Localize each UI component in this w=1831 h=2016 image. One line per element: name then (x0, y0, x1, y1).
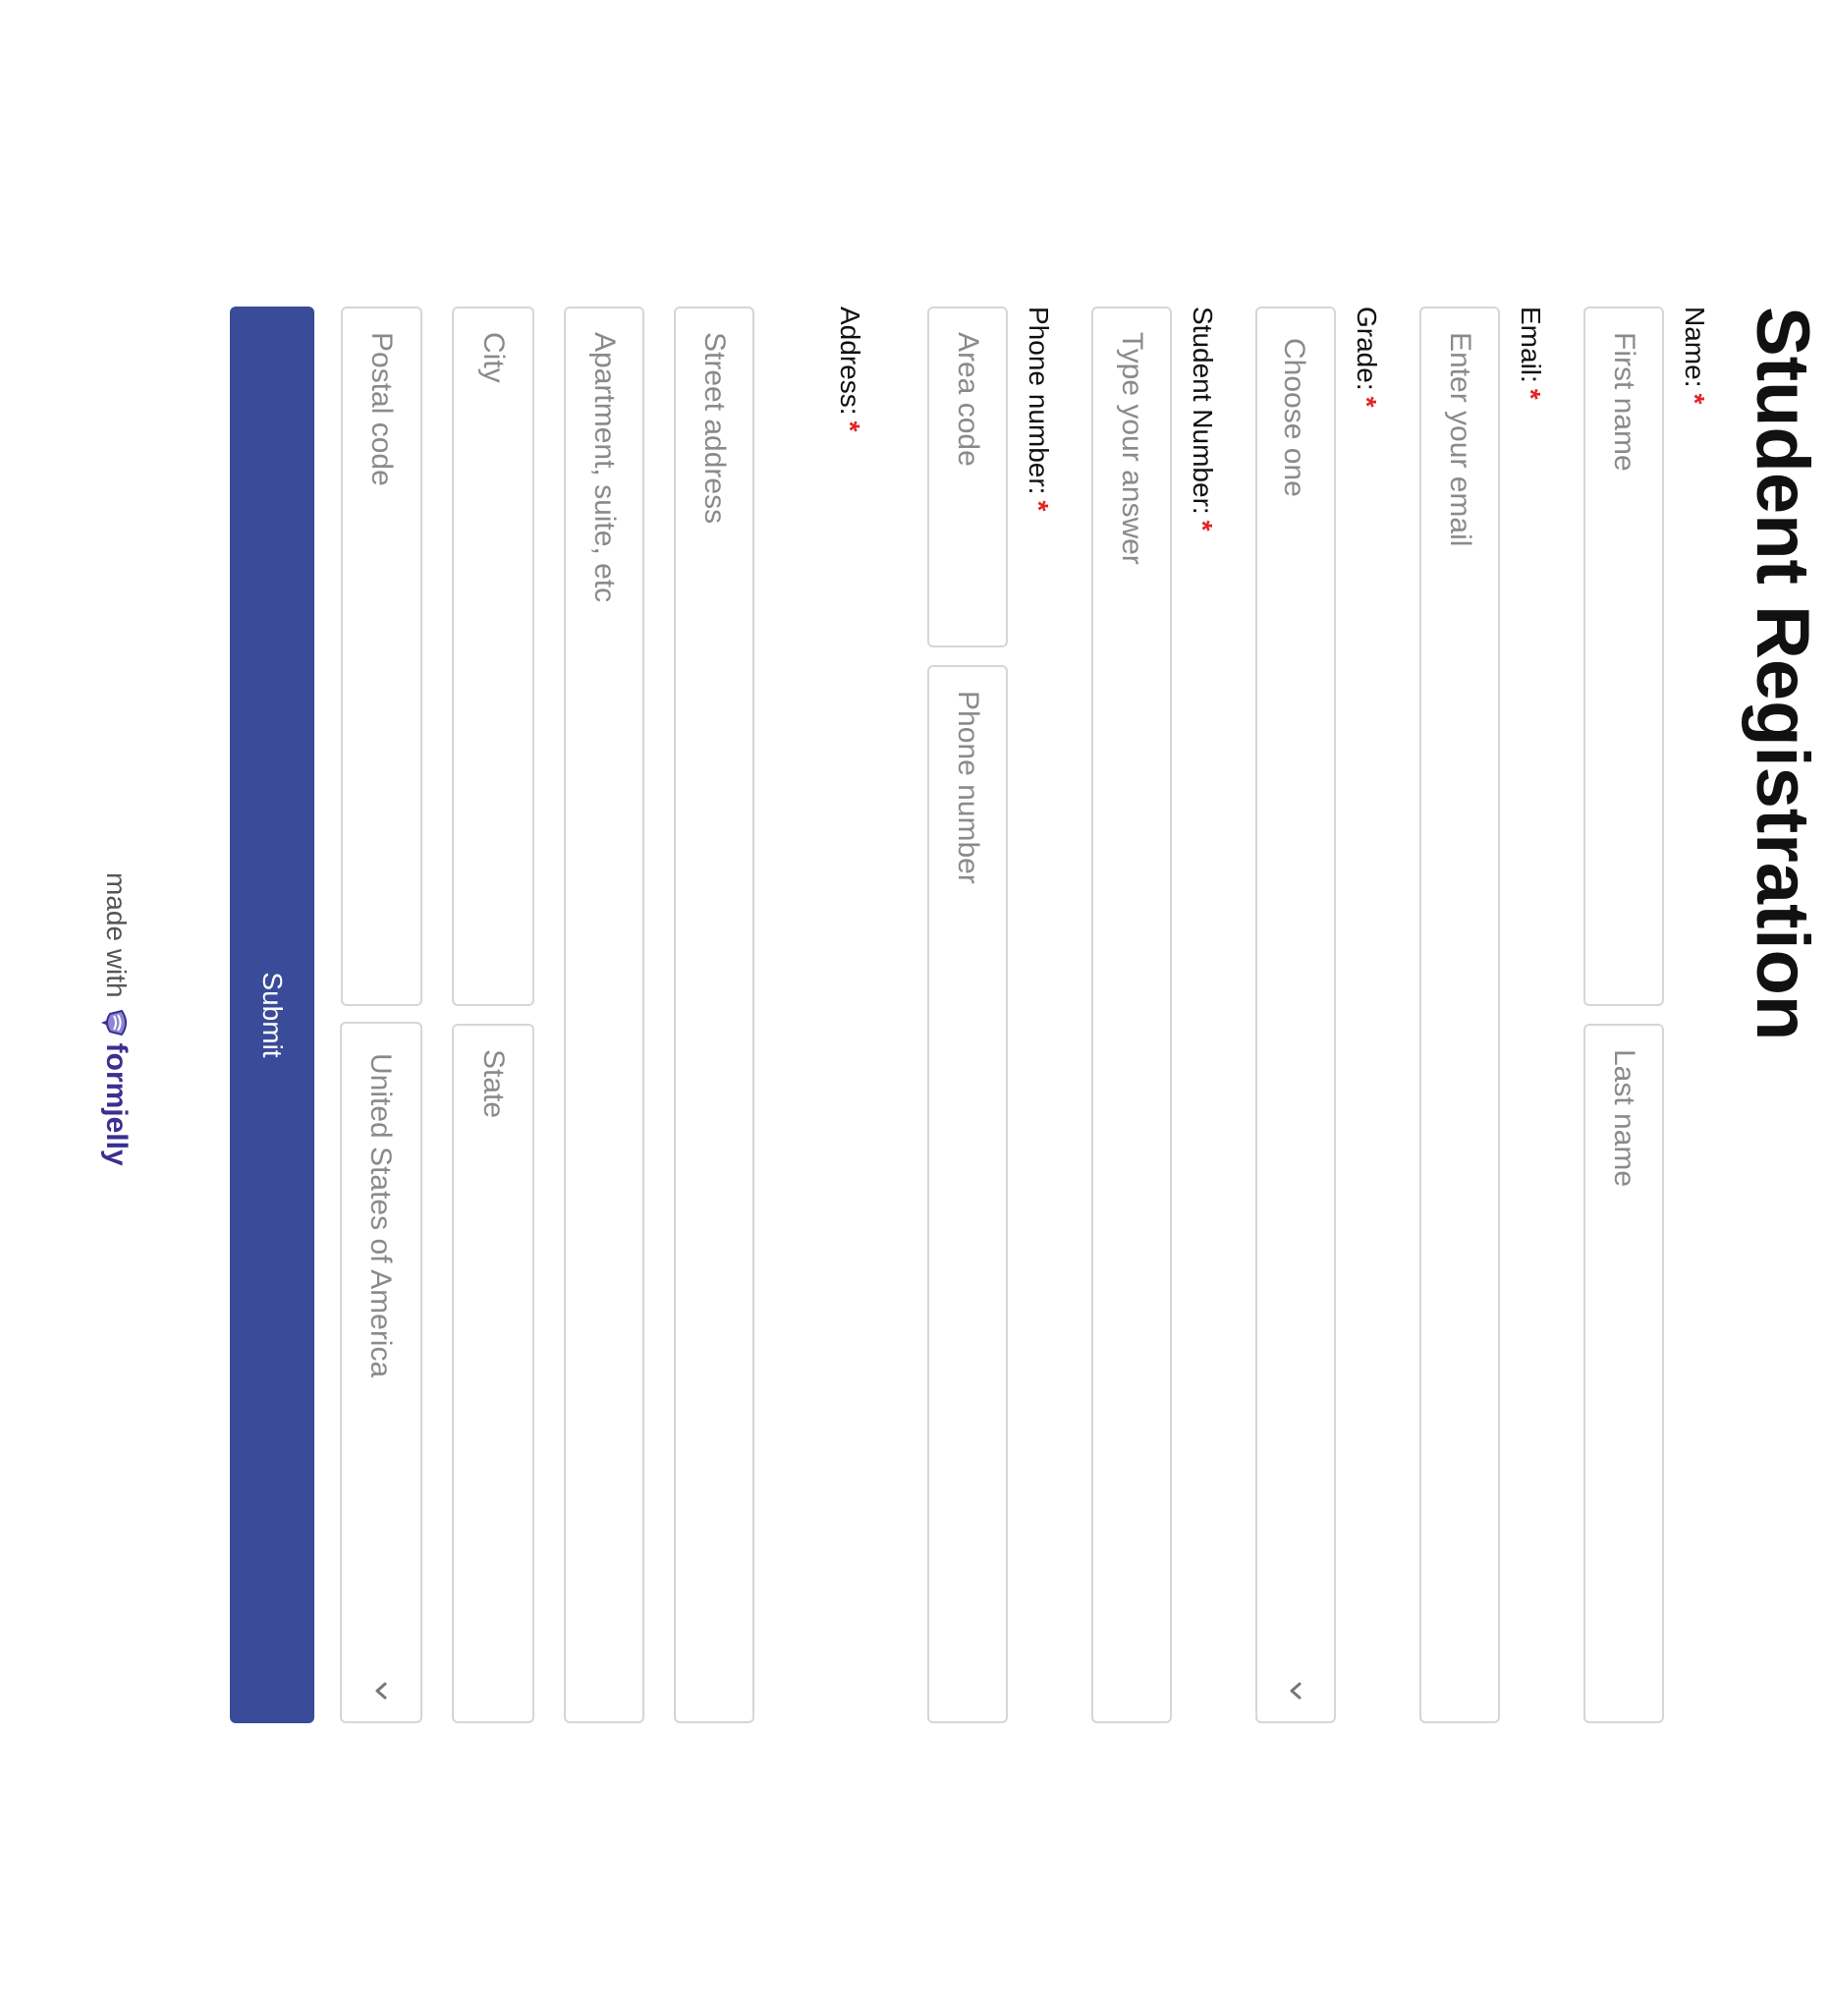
made-with-text: made with (101, 872, 132, 998)
phone-label-text: Phone number: (1024, 307, 1054, 495)
submit-label: Submit (257, 972, 288, 1058)
postal-code-field[interactable] (341, 307, 422, 1006)
phone-label: Phone number: * (1024, 307, 1054, 512)
city-field[interactable] (452, 307, 534, 1006)
grade-select-value: Choose one (1278, 338, 1310, 497)
grade-label-text: Grade: (1352, 307, 1382, 391)
area-code-field[interactable] (927, 307, 1008, 647)
country-select[interactable]: United States of America (340, 1022, 422, 1723)
address-label: Address: * (835, 307, 865, 432)
street-address-input[interactable] (676, 308, 752, 1721)
page-title: Student Registration (1741, 307, 1824, 1041)
name-label-text: Name: (1680, 307, 1710, 388)
apartment-input[interactable] (566, 308, 642, 1721)
student-number-input[interactable] (1093, 308, 1170, 1721)
first-name-field[interactable] (1583, 307, 1664, 1006)
chevron-down-icon (370, 1680, 392, 1702)
apartment-field[interactable] (564, 307, 644, 1723)
first-name-input[interactable] (1585, 308, 1662, 1004)
state-input[interactable] (454, 1026, 532, 1721)
page-canvas: Student Registration Name: * Email: * Grad… (0, 0, 1831, 2016)
city-input[interactable] (454, 308, 532, 1004)
name-label: Name: * (1680, 307, 1710, 405)
country-select-value: United States of America (364, 1053, 397, 1378)
street-address-field[interactable] (674, 307, 754, 1723)
student-number-field[interactable] (1091, 307, 1172, 1723)
student-number-label: Student Number: * (1188, 307, 1218, 532)
student-number-label-text: Student Number: (1188, 307, 1218, 515)
formjelly-logo-icon (100, 1008, 132, 1037)
required-marker: * (1188, 520, 1218, 532)
grade-label: Grade: * (1352, 307, 1382, 408)
required-marker: * (1352, 396, 1382, 408)
area-code-input[interactable] (929, 308, 1006, 645)
required-marker: * (1680, 393, 1710, 405)
submit-button[interactable]: Submit (230, 307, 314, 1723)
phone-number-input[interactable] (929, 667, 1006, 1721)
address-label-text: Address: (835, 307, 865, 416)
email-label-text: Email: (1516, 307, 1546, 383)
email-input[interactable] (1421, 308, 1498, 1721)
brand-name: formjelly (100, 1042, 133, 1166)
made-with-footer[interactable]: made with formjelly (96, 872, 136, 1166)
last-name-field[interactable] (1583, 1024, 1664, 1723)
phone-number-field[interactable] (927, 665, 1008, 1723)
required-marker: * (835, 420, 865, 432)
required-marker: * (1516, 388, 1546, 400)
last-name-input[interactable] (1585, 1026, 1662, 1721)
email-field[interactable] (1419, 307, 1500, 1723)
email-label: Email: * (1516, 307, 1546, 400)
required-marker: * (1024, 500, 1054, 512)
postal-code-input[interactable] (343, 308, 420, 1004)
grade-select[interactable]: Choose one (1255, 307, 1336, 1723)
state-field[interactable] (452, 1024, 534, 1723)
chevron-down-icon (1285, 1680, 1306, 1702)
